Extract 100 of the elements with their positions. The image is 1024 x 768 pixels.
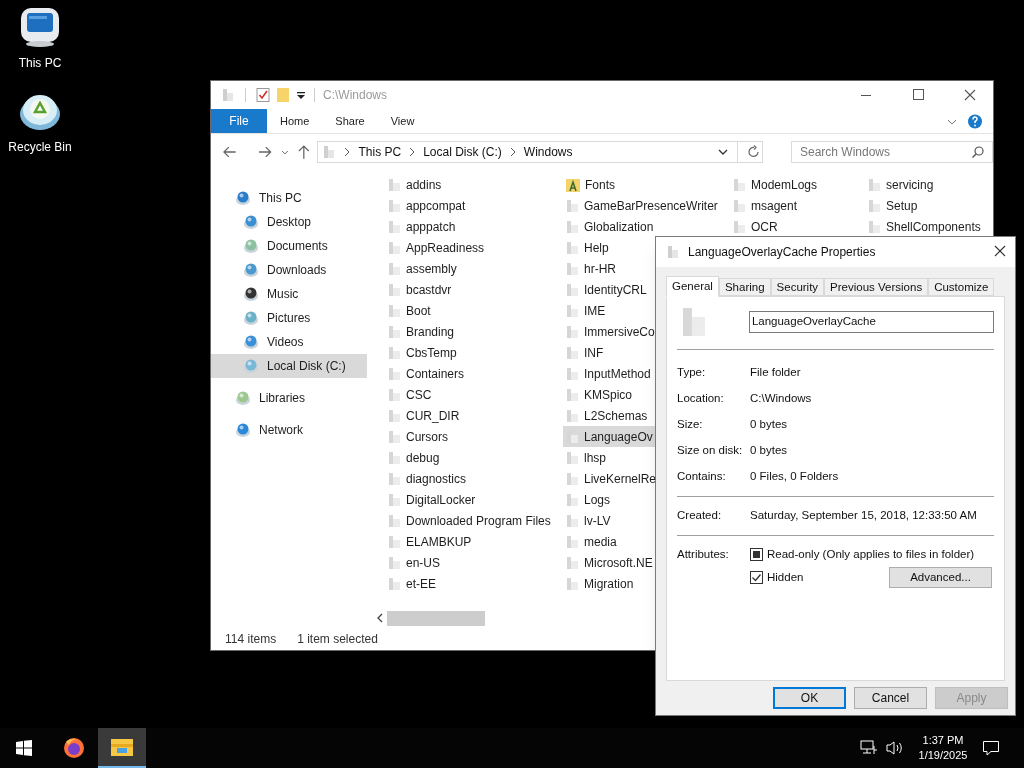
address-bar[interactable]: This PC Local Disk (C:) Windows bbox=[317, 141, 764, 163]
nav-item[interactable]: Documents bbox=[211, 234, 367, 258]
file-item[interactable]: lhsp bbox=[563, 447, 608, 468]
breadcrumb-item[interactable]: This PC bbox=[358, 143, 402, 161]
file-item[interactable]: IdentityCRL bbox=[563, 279, 649, 300]
checkbox[interactable] bbox=[750, 571, 763, 584]
file-item[interactable]: Boot bbox=[387, 300, 433, 321]
file-item[interactable]: IME bbox=[563, 300, 608, 321]
chevron-right-icon[interactable] bbox=[344, 147, 351, 157]
file-item[interactable]: servicing bbox=[865, 174, 936, 195]
file-item[interactable]: ELAMBKUP bbox=[387, 531, 474, 552]
folder-icon bbox=[389, 241, 400, 254]
file-item[interactable]: msagent bbox=[730, 195, 800, 216]
file-item[interactable]: media bbox=[563, 531, 619, 552]
file-item[interactable]: Branding bbox=[387, 321, 457, 342]
nav-item[interactable]: Desktop bbox=[211, 210, 367, 234]
nav-item[interactable]: Downloads bbox=[211, 258, 367, 282]
folder-icon bbox=[389, 367, 400, 380]
breadcrumb-item[interactable]: Windows bbox=[523, 143, 573, 161]
breadcrumb-item[interactable]: Local Disk (C:) bbox=[423, 143, 502, 161]
ribbon-tab[interactable]: Share bbox=[322, 109, 378, 133]
file-item[interactable]: assembly bbox=[387, 258, 459, 279]
dialog-button[interactable]: OK bbox=[773, 687, 846, 709]
dialog-tab[interactable]: Sharing bbox=[718, 278, 771, 296]
file-item[interactable]: ImmersiveCo bbox=[563, 321, 657, 342]
scrollbar-thumb[interactable] bbox=[387, 610, 485, 626]
file-item[interactable]: CSC bbox=[387, 384, 434, 405]
file-item[interactable]: debug bbox=[387, 447, 442, 468]
file-item[interactable]: apppatch bbox=[387, 216, 458, 237]
dialog-tab[interactable]: General bbox=[666, 276, 719, 297]
clock-date[interactable]: 1/19/2025 bbox=[918, 748, 968, 763]
file-item[interactable]: LiveKernelRe bbox=[563, 468, 659, 489]
windows-start-icon[interactable] bbox=[16, 740, 32, 756]
file-item[interactable]: Globalization bbox=[563, 216, 656, 237]
file-item[interactable]: OCR bbox=[730, 216, 780, 237]
nav-item[interactable]: Videos bbox=[211, 330, 367, 354]
ribbon-tab[interactable]: View bbox=[377, 109, 428, 133]
nav-item[interactable]: Pictures bbox=[211, 306, 367, 330]
file-item[interactable]: DigitalLocker bbox=[387, 489, 478, 510]
dialog-tab[interactable]: Previous Versions bbox=[824, 278, 929, 296]
name-field[interactable]: LanguageOverlayCache bbox=[748, 311, 994, 333]
file-item[interactable]: CbsTemp bbox=[387, 342, 459, 363]
folder-icon bbox=[389, 514, 400, 527]
nav-item[interactable]: This PC bbox=[211, 186, 367, 210]
file-item[interactable]: hr-HR bbox=[563, 258, 618, 279]
file-item[interactable]: et-EE bbox=[387, 573, 438, 594]
desktop-icon-label[interactable]: Recycle Bin bbox=[8, 138, 72, 156]
chevron-right-icon[interactable] bbox=[409, 147, 416, 157]
chevron-right-icon[interactable] bbox=[509, 147, 516, 157]
file-tab[interactable]: File bbox=[211, 109, 267, 133]
taskbar-app[interactable] bbox=[98, 728, 146, 768]
file-item[interactable]: en-US bbox=[387, 552, 442, 573]
property-value: C:\Windows bbox=[750, 391, 812, 407]
file-item[interactable]: Cursors bbox=[387, 426, 450, 447]
file-item[interactable]: ShellComponents bbox=[865, 216, 983, 237]
file-item[interactable]: ModemLogs bbox=[730, 174, 820, 195]
folder-icon bbox=[567, 367, 578, 380]
file-item[interactable]: CUR_DIR bbox=[387, 405, 462, 426]
notifications-icon[interactable] bbox=[982, 740, 1000, 756]
folder-icon bbox=[567, 535, 578, 548]
checkbox-label[interactable]: Hidden bbox=[767, 568, 804, 587]
file-item[interactable]: Setup bbox=[865, 195, 920, 216]
nav-item[interactable]: Network bbox=[211, 418, 367, 442]
file-item[interactable]: addins bbox=[387, 174, 444, 195]
dialog-button[interactable]: Cancel bbox=[854, 687, 927, 709]
file-item[interactable]: KMSpico bbox=[563, 384, 635, 405]
ribbon-tab[interactable]: Home bbox=[267, 109, 323, 133]
file-item[interactable]: L2Schemas bbox=[563, 405, 650, 426]
file-item[interactable]: lv-LV bbox=[563, 510, 613, 531]
property-value: 0 bytes bbox=[750, 443, 788, 459]
desktop-icon-label[interactable]: This PC bbox=[18, 54, 62, 72]
nav-item[interactable]: Music bbox=[211, 282, 367, 306]
clock-time[interactable]: 1:37 PM bbox=[922, 733, 964, 748]
dialog-tab[interactable]: Customize bbox=[928, 278, 995, 296]
file-item[interactable]: Logs bbox=[563, 489, 613, 510]
file-item[interactable]: Containers bbox=[387, 363, 467, 384]
checkbox-label[interactable]: Read-only (Only applies to files in folder) bbox=[767, 545, 975, 564]
folder-icon bbox=[389, 430, 400, 443]
file-item[interactable]: GameBarPresenceWriter bbox=[563, 195, 720, 216]
file-item[interactable]: Migration bbox=[563, 573, 636, 594]
dialog-tab[interactable]: Security bbox=[770, 278, 825, 296]
file-item[interactable]: diagnostics bbox=[387, 468, 469, 489]
file-item[interactable]: AppReadiness bbox=[387, 237, 487, 258]
file-item[interactable]: Help bbox=[563, 237, 611, 258]
volume-icon[interactable] bbox=[886, 740, 904, 756]
file-item[interactable]: LanguageOv bbox=[563, 426, 655, 447]
file-item[interactable]: INF bbox=[563, 342, 606, 363]
file-item[interactable]: Fonts bbox=[563, 174, 617, 195]
nav-item[interactable]: Libraries bbox=[211, 386, 367, 410]
file-item[interactable]: bcastdvr bbox=[387, 279, 454, 300]
nav-item[interactable]: Local Disk (C:) bbox=[211, 354, 367, 378]
file-item[interactable]: InputMethod bbox=[563, 363, 653, 384]
file-item[interactable]: Microsoft.NE bbox=[563, 552, 655, 573]
advanced-button[interactable]: Advanced... bbox=[889, 567, 992, 588]
search-icon[interactable] bbox=[971, 145, 985, 159]
properties-icon[interactable] bbox=[256, 87, 270, 103]
file-item[interactable]: appcompat bbox=[387, 195, 468, 216]
file-item[interactable]: Downloaded Program Files bbox=[387, 510, 553, 531]
checkbox[interactable] bbox=[750, 548, 763, 561]
search-field[interactable]: Search Windows bbox=[791, 141, 993, 163]
